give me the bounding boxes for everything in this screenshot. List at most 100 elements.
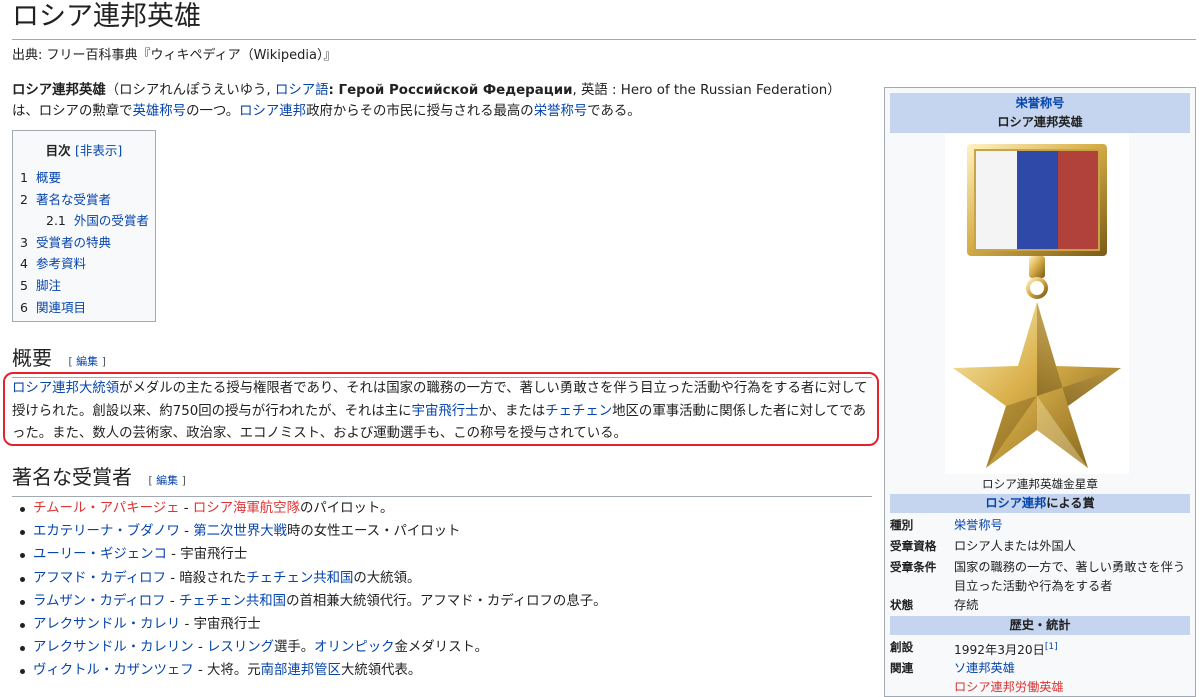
- list-text: 宇宙飛行士: [193, 617, 261, 633]
- edit-section: [ 編集 ]: [68, 355, 106, 368]
- toc-hide-toggle[interactable]: [非表示]: [75, 143, 122, 158]
- list-text: - 大将。元: [193, 663, 261, 679]
- recipient-link[interactable]: エカテリーナ・ブダノワ: [33, 524, 180, 539]
- infobox-awarded-by: ロシア連邦による賞: [890, 494, 1190, 513]
- infobox-value: 国家の職務の一方で、著しい勇敢さを伴う目立った活動や行為をする者: [954, 560, 1186, 593]
- medal-image[interactable]: [945, 134, 1129, 474]
- infobox-value: ロシア人または外国人: [954, 539, 1076, 553]
- recipient-link[interactable]: アレクサンドル・カレリン: [33, 640, 194, 655]
- highlight-annotation-box: [3, 372, 879, 446]
- toc-item-references[interactable]: 4 参考資料: [20, 253, 155, 275]
- infobox-key: 関連: [890, 661, 914, 675]
- toc-num: 1: [20, 170, 28, 185]
- infobox-category-link[interactable]: 栄誉称号: [1016, 96, 1065, 110]
- toc-title: 目次 [非表示]: [13, 140, 155, 159]
- russian-name: Герой Российской Федерации: [338, 83, 573, 98]
- table-of-contents: 目次 [非表示] 1 概要 2 著名な受賞者 2.1 外国の受賞者 3 受賞者の…: [12, 130, 156, 322]
- infobox-key: 受章条件: [890, 560, 937, 574]
- toc-item-notes[interactable]: 5 脚注: [20, 275, 155, 297]
- related-link[interactable]: レスリング: [207, 640, 274, 655]
- list-text: -: [180, 617, 194, 633]
- link-hero-title[interactable]: 英雄称号: [133, 104, 187, 119]
- toc-link[interactable]: 関連項目: [36, 300, 86, 315]
- section-title: 概要: [12, 346, 52, 370]
- page-title: ロシア連邦英雄: [12, 0, 1196, 40]
- toc-item-privileges[interactable]: 3 受賞者の特典: [20, 232, 155, 254]
- list-text: 金メダリスト。: [394, 640, 488, 656]
- toc-num: 5: [20, 277, 28, 293]
- infobox-key: 創設: [890, 640, 914, 654]
- toc-num: 4: [20, 256, 28, 272]
- infobox-title: ロシア連邦英雄: [997, 115, 1083, 129]
- list-text: 時の女性エース・パイロット: [287, 524, 461, 540]
- edit-link[interactable]: 編集: [76, 355, 98, 368]
- recipient-link[interactable]: アレクサンドル・カレリ: [33, 617, 180, 632]
- list-text: 選手。: [274, 640, 315, 656]
- infobox-key: 種別: [890, 518, 914, 532]
- related-link[interactable]: チェチェン共和国: [246, 571, 353, 586]
- list-text: 宇宙飛行士: [180, 547, 248, 563]
- medal-caption: ロシア連邦英雄金星章: [982, 477, 1098, 491]
- infobox-value: 1992年3月20日[1]: [954, 638, 1190, 660]
- lead-text: は、ロシアの勲章で: [12, 104, 133, 119]
- link-honorary-title[interactable]: 栄誉称号: [534, 104, 588, 119]
- list-item: ユーリー・ギジェンコ - 宇宙飛行士: [18, 543, 878, 566]
- toc-item-recipients[interactable]: 2 著名な受賞者: [20, 189, 155, 211]
- infobox-value-link[interactable]: 栄誉称号: [954, 516, 1190, 535]
- reference-link[interactable]: [1]: [1045, 642, 1058, 652]
- recipient-link[interactable]: チムール・アパキージェ: [33, 501, 180, 516]
- lead-text: である。: [587, 104, 641, 119]
- link-russian-language[interactable]: ロシア語: [275, 83, 329, 98]
- infobox-value: 存続: [954, 598, 979, 612]
- infobox-row-type: 種別 栄誉称号: [890, 516, 1190, 535]
- toc-link[interactable]: 概要: [36, 170, 61, 185]
- recipient-link[interactable]: ラムザン・カディロフ: [33, 594, 166, 609]
- from-wikipedia: 出典: フリー百科事典『ウィキペディア（Wikipedia）』: [12, 48, 337, 63]
- list-item: アレクサンドル・カレリン - レスリング選手。オリンピック金メダリスト。: [18, 636, 878, 659]
- related-link-2[interactable]: ロシア連邦労働英雄: [954, 680, 1064, 694]
- infobox-row-related: 関連 ソ連邦英雄ロシア連邦労働英雄: [890, 659, 1190, 697]
- toc-title-text: 目次: [45, 143, 71, 158]
- related-link[interactable]: オリンピック: [314, 640, 394, 655]
- section-heading-recipients: 著名な受賞者 [ 編集 ]: [12, 464, 872, 497]
- list-item: エカテリーナ・ブダノワ - 第二次世界大戦時の女性エース・パイロット: [18, 520, 878, 543]
- infobox-value: ソ連邦英雄ロシア連邦労働英雄: [954, 659, 1190, 697]
- infobox-row-eligibility: 受章資格 ロシア人または外国人: [890, 537, 1190, 556]
- toc-num: 3: [20, 234, 28, 250]
- lead-paragraph: ロシア連邦英雄（ロシアれんぽうえいゆう, ロシア語: Герой Российс…: [12, 80, 872, 122]
- related-link[interactable]: ソ連邦英雄: [954, 661, 1015, 675]
- toc-link[interactable]: 参考資料: [36, 256, 86, 271]
- link-russian-federation[interactable]: ロシア連邦: [239, 104, 306, 119]
- edit-section: [ 編集 ]: [148, 474, 186, 487]
- list-text: -: [193, 640, 208, 656]
- lead-bold-title: ロシア連邦英雄: [12, 83, 106, 98]
- toc-link[interactable]: 受賞者の特典: [36, 235, 111, 250]
- list-text: - 暗殺された: [165, 570, 247, 586]
- infobox-row-criteria: 受章条件 国家の職務の一方で、著しい勇敢さを伴う目立った活動や行為をする者: [890, 558, 1190, 596]
- related-link[interactable]: 南部連邦管区: [261, 663, 341, 678]
- related-link[interactable]: ロシア海軍航空隊: [193, 501, 300, 516]
- recipient-link[interactable]: ヴィクトル・カザンツェフ: [33, 663, 194, 678]
- toc-link[interactable]: 著名な受賞者: [36, 192, 111, 207]
- infobox-row-founded: 創設 1992年3月20日[1]: [890, 638, 1190, 660]
- toc-num: 6: [20, 299, 28, 315]
- toc-item-foreign-recipients[interactable]: 2.1 外国の受賞者: [20, 210, 155, 232]
- list-item: ヴィクトル・カザンツェフ - 大将。元南部連邦管区大統領代表。: [18, 659, 878, 682]
- toc-link[interactable]: 脚注: [36, 278, 61, 293]
- related-link[interactable]: 第二次世界大戦: [193, 524, 287, 539]
- edit-link[interactable]: 編集: [156, 474, 178, 487]
- infobox-key: 状態: [890, 598, 914, 612]
- founded-date: 1992年3月20日: [954, 643, 1045, 658]
- awarded-by-link[interactable]: ロシア連邦: [985, 496, 1046, 510]
- recipient-link[interactable]: ユーリー・ギジェンコ: [33, 547, 167, 562]
- list-text: -: [179, 501, 193, 516]
- list-text: -: [166, 547, 181, 563]
- section-title: 著名な受賞者: [12, 465, 132, 489]
- toc-item-overview[interactable]: 1 概要: [20, 167, 155, 189]
- toc-link[interactable]: 外国の受賞者: [74, 213, 149, 228]
- toc-item-related[interactable]: 6 関連項目: [20, 297, 155, 319]
- recipient-link[interactable]: アフマド・カディロフ: [33, 571, 166, 586]
- list-text: のパイロット。: [299, 501, 394, 516]
- edit-bracket: [: [68, 355, 77, 368]
- related-link[interactable]: チェチェン共和国: [179, 594, 286, 609]
